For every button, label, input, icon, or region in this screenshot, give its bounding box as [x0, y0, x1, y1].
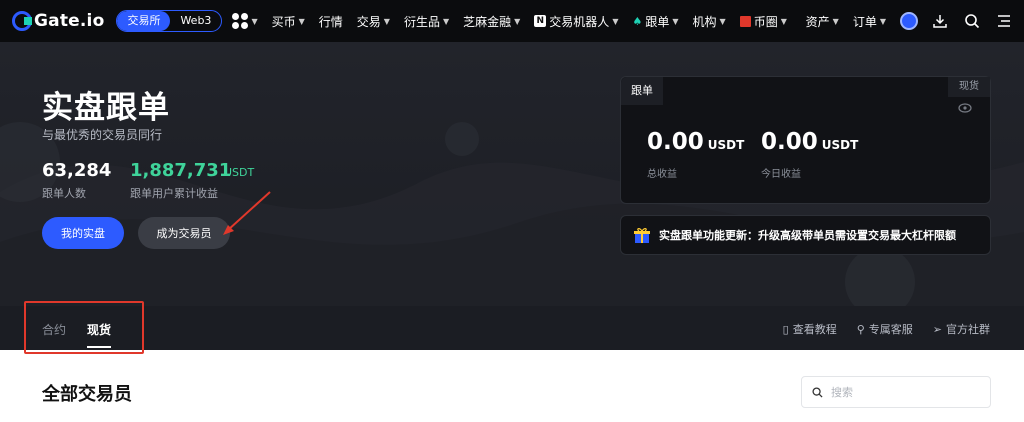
tab-bar: 合约 现货 ▯ 查看教程 ⚲ 专属客服 ➢ 官方社群	[0, 306, 1024, 350]
search-input[interactable]	[831, 385, 971, 399]
chevron-down-icon: ▼	[672, 16, 679, 26]
flame-icon: ♠	[632, 14, 643, 28]
chevron-down-icon: ▼	[514, 16, 521, 26]
chevron-down-icon: ▼	[612, 16, 619, 26]
apps-icon	[232, 13, 249, 29]
notice-text: 实盘跟单功能更新：升级高级带单员需设置交易最大杠杆限额	[659, 229, 956, 242]
card-tab-copy[interactable]: 跟单	[621, 77, 663, 105]
profit-unit: USDT	[224, 166, 255, 179]
nav-item-markets[interactable]: 行情	[319, 13, 343, 30]
nav-item-buy[interactable]: 买币 ▼	[272, 13, 305, 30]
become-trader-button[interactable]: 成为交易员	[138, 217, 230, 249]
send-icon: ➢	[932, 322, 942, 336]
avatar-icon[interactable]	[900, 12, 918, 30]
nav-item-assets[interactable]: 资产 ▼	[806, 13, 839, 30]
search-icon	[812, 386, 823, 398]
spot-tag: 现货	[948, 77, 990, 97]
nav-item-finance[interactable]: 芝麻金融 ▼	[463, 13, 520, 30]
help-links: ▯ 查看教程 ⚲ 专属客服 ➢ 官方社群	[763, 321, 990, 337]
page-title: 实盘跟单	[42, 90, 170, 126]
section-title: 全部交易员	[42, 384, 132, 405]
chevron-down-icon: ▼	[251, 16, 258, 26]
nav-item-community[interactable]: 币圈 ▼	[739, 13, 787, 30]
chart-icon	[739, 15, 751, 27]
gate-logo-icon	[12, 11, 32, 31]
logo-text: Gate.io	[34, 11, 105, 31]
book-icon: ▯	[782, 322, 789, 336]
total-profit-label: 总收益	[647, 169, 677, 180]
nav-right: 资产 ▼ 订单 ▼	[806, 0, 1014, 42]
main-menu: ▼ 买币 ▼ 行情 交易 ▼ 衍生品 ▼ 芝麻金融 ▼ N 交易机器人 ▼ ♠ 跟单 ▼ 机…	[232, 13, 800, 30]
annotation-arrow	[223, 191, 271, 235]
profit-value: 1,887,731	[130, 160, 232, 181]
today-profit: 0.00 USDT	[761, 129, 859, 155]
nav-item-orders[interactable]: 订单 ▼	[853, 13, 886, 30]
gift-icon	[634, 228, 650, 243]
chevron-down-icon: ▼	[780, 16, 787, 26]
followers-count: 63,284	[42, 160, 112, 181]
total-profit: 0.00 USDT	[647, 129, 745, 155]
nav-item-copy[interactable]: ♠ 跟单 ▼	[632, 13, 678, 30]
mode-exchange[interactable]: 交易所	[117, 11, 171, 31]
profit-label: 跟单用户累计收益	[130, 187, 218, 200]
chevron-down-icon: ▼	[719, 16, 726, 26]
chevron-down-icon: ▼	[298, 16, 305, 26]
chevron-down-icon: ▼	[832, 16, 839, 26]
today-profit-label: 今日收益	[761, 169, 801, 180]
annotation-highlight-box	[24, 301, 144, 354]
bot-icon: N	[534, 15, 547, 27]
chevron-down-icon: ▼	[442, 16, 450, 26]
update-notice[interactable]: 实盘跟单功能更新：升级高级带单员需设置交易最大杠杆限额	[620, 215, 991, 255]
nav-item-trade[interactable]: 交易 ▼	[357, 13, 390, 30]
eye-icon[interactable]	[958, 103, 972, 116]
nav-item-derivatives[interactable]: 衍生品 ▼	[404, 13, 449, 30]
tutorial-link[interactable]: ▯ 查看教程	[783, 321, 837, 337]
support-link[interactable]: ⚲ 专属客服	[857, 321, 913, 337]
apps-menu[interactable]: ▼	[232, 13, 258, 29]
hero-banner: 实盘跟单 与最优秀的交易员同行 63,284 跟单人数 1,887,731 US…	[0, 42, 1024, 306]
logo[interactable]: Gate.io	[12, 0, 104, 42]
chevron-down-icon: ▼	[879, 16, 886, 26]
nav-item-institution[interactable]: 机构 ▼	[693, 13, 726, 30]
my-copy-button[interactable]: 我的实盘	[42, 217, 124, 249]
copy-summary-card: 跟单 现货 0.00 USDT 总收益 0.00 USDT 今日收益	[620, 76, 991, 204]
followers-label: 跟单人数	[42, 187, 86, 200]
top-nav: Gate.io 交易所 Web3 ▼ 买币 ▼ 行情 交易 ▼ 衍生品 ▼ 芝麻金融 ▼…	[0, 0, 1024, 42]
user-icon: ⚲	[856, 322, 865, 336]
page-subtitle: 与最优秀的交易员同行	[42, 128, 163, 142]
search-icon[interactable]	[962, 11, 982, 31]
download-icon[interactable]	[930, 11, 950, 31]
chevron-down-icon: ▼	[383, 16, 390, 26]
search-box[interactable]	[801, 376, 991, 408]
mode-web3[interactable]: Web3	[170, 11, 221, 31]
community-link[interactable]: ➢ 官方社群	[933, 321, 990, 337]
nav-item-bots[interactable]: N 交易机器人 ▼	[534, 13, 618, 30]
menu-icon[interactable]	[994, 11, 1014, 31]
coin-decoration	[445, 122, 479, 156]
exchange-web3-switch[interactable]: 交易所 Web3	[116, 10, 223, 32]
